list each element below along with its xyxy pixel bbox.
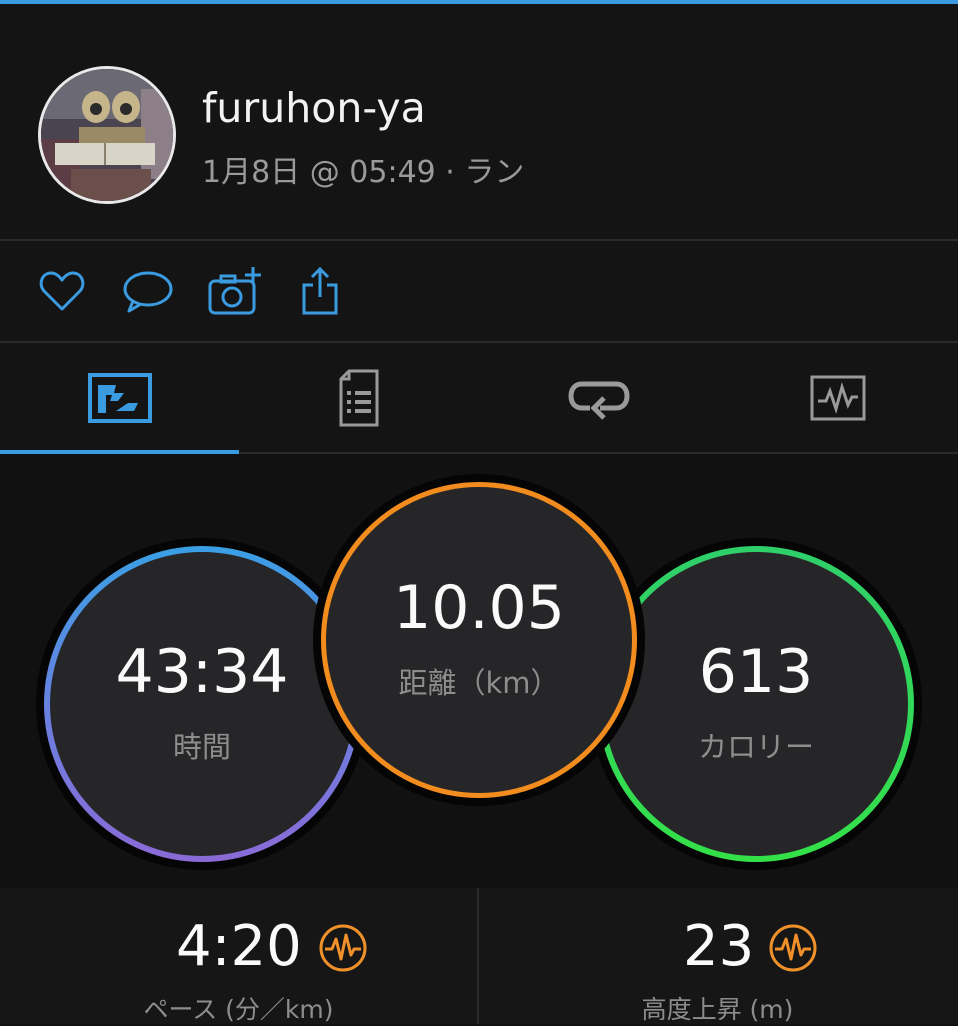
calories-circle[interactable]: 613 カロリー (598, 546, 914, 862)
time-value: 43:34 (115, 637, 289, 707)
laps-icon (567, 381, 630, 420)
tab-bar (0, 343, 958, 453)
time-circle[interactable]: 43:34 時間 (44, 546, 360, 862)
elevation-label: 高度上昇 (m) (641, 995, 794, 1024)
heart-icon[interactable] (36, 265, 88, 317)
details-list-icon (339, 369, 378, 427)
share-icon[interactable] (296, 265, 348, 317)
chart-icon (810, 375, 865, 421)
separator-dot: · (445, 155, 455, 190)
at-symbol: @ (309, 155, 340, 190)
action-bar (0, 241, 958, 341)
distance-circle[interactable]: 10.05 距離（km） (321, 482, 637, 798)
avatar[interactable] (38, 66, 176, 204)
pace-label: ペース (分／km) (143, 995, 334, 1024)
heart-rate-icon (319, 924, 367, 972)
distance-value: 10.05 (393, 573, 565, 643)
map-overview-icon (87, 373, 152, 423)
activity-type: ラン (464, 155, 525, 190)
tab-details[interactable] (239, 343, 478, 453)
activity-header: furuhon-ya 1月8日 @ 05:49 · ラン (0, 4, 958, 239)
comment-icon[interactable] (121, 265, 173, 317)
activity-meta: 1月8日 @ 05:49 · ラン (202, 147, 524, 191)
elevation-value: 23 (683, 914, 755, 979)
distance-label: 距離（km） (398, 666, 560, 700)
pace-value: 4:20 (176, 914, 302, 979)
add-photo-icon[interactable] (207, 265, 261, 317)
tab-charts[interactable] (718, 343, 957, 453)
elevation-stat[interactable]: 23 高度上昇 (m) (479, 888, 956, 1024)
summary-area: 43:34 時間 613 カロリー 10.05 距離（km） (0, 454, 958, 886)
tab-overview[interactable] (0, 343, 239, 453)
time-label: 時間 (172, 730, 231, 764)
activity-time: 05:49 (349, 155, 436, 190)
pace-stat[interactable]: 4:20 ペース (分／km) (0, 888, 477, 1024)
tab-laps[interactable] (479, 343, 718, 453)
heart-rate-icon (769, 924, 817, 972)
calories-value: 613 (698, 637, 814, 707)
calories-label: カロリー (697, 730, 814, 764)
activity-date: 1月8日 (202, 155, 301, 190)
username[interactable]: furuhon-ya (202, 84, 426, 132)
